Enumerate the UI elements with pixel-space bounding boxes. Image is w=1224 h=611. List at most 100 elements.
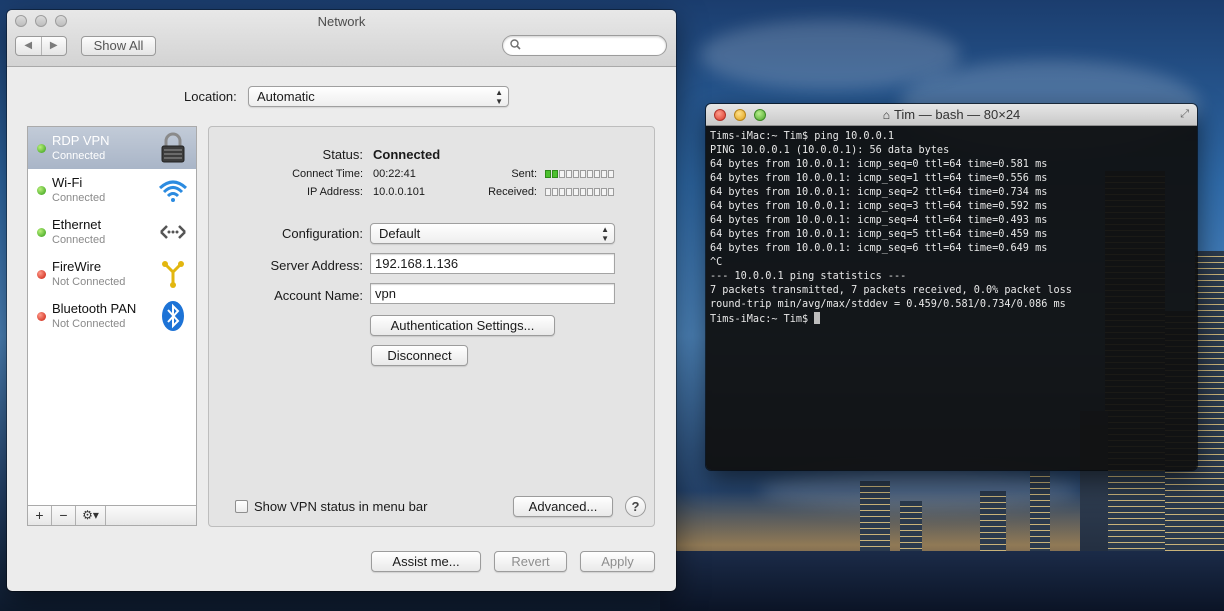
prompt-text: Tims-iMac:~ Tim$ [710,314,815,325]
meter-cell [566,188,572,196]
status-indicator-icon [37,228,46,237]
terminal-line: Tims-iMac:~ Tim$ ping 10.0.0.1 [710,131,895,142]
terminal-line: --- 10.0.0.1 ping statistics --- [710,271,907,282]
service-status: Not Connected [52,318,126,330]
terminal-line: 64 bytes from 10.0.0.1: icmp_seq=0 ttl=6… [710,159,1048,170]
service-name: FireWire [52,259,102,274]
service-status: Not Connected [52,276,126,288]
terminal-prompt: Tims-iMac:~ Tim$ [710,312,1193,326]
popup-arrows-icon: ▲ ▼ [601,225,609,243]
meter-cell [573,188,579,196]
server-address-field[interactable]: 192.168.1.136 [370,253,615,274]
meter-cell [594,170,600,178]
wifi-icon [158,174,188,206]
search-field[interactable] [502,35,667,56]
meter-cell [566,170,572,178]
status-indicator-icon [37,270,46,279]
service-item-wifi[interactable]: Wi-Fi Connected [28,169,196,211]
status-indicator-icon [37,312,46,321]
forward-arrow-icon[interactable]: ▶ [42,37,67,55]
lock-icon [158,132,188,164]
location-value: Automatic [257,89,315,104]
ip-address-value: 10.0.0.101 [373,186,425,198]
show-vpn-status-label: Show VPN status in menu bar [254,499,428,514]
configuration-value: Default [379,226,421,241]
terminal-line: PING 10.0.0.1 (10.0.0.1): 56 data bytes [710,145,950,156]
authentication-settings-button[interactable]: Authentication Settings... [370,315,555,336]
show-vpn-status-checkbox[interactable] [235,500,248,513]
service-name: RDP VPN [52,133,110,148]
configuration-popup[interactable]: Default ▲ ▼ [370,223,615,244]
search-icon [510,39,521,53]
terminal-title: ⌂ Tim — bash — 80×24 [706,107,1197,122]
meter-cell [580,170,586,178]
fullscreen-icon[interactable]: ⤢ [1180,108,1189,121]
terminal-output[interactable]: Tims-iMac:~ Tim$ ping 10.0.0.1 PING 10.0.… [706,126,1197,470]
help-button[interactable]: ? [625,496,646,517]
ethernet-icon [158,216,188,248]
service-name: Wi-Fi [52,175,83,190]
service-list[interactable]: RDP VPN Connected Wi-Fi Connected Ethern… [27,126,197,526]
terminal-line: 64 bytes from 10.0.0.1: icmp_seq=6 ttl=6… [710,243,1048,254]
meter-cell [608,170,614,178]
ip-address-label: IP Address: [306,186,363,198]
service-name: Ethernet [52,217,102,232]
remove-service-button[interactable]: − [52,506,76,525]
apply-button[interactable]: Apply [580,551,655,572]
service-item-bluetooth-pan[interactable]: Bluetooth PAN Not Connected [28,295,196,337]
popup-arrows-icon: ▲ ▼ [495,88,503,106]
meter-cell [608,188,614,196]
service-item-rdp-vpn[interactable]: RDP VPN Connected [28,127,196,169]
connect-time-label: Connect Time: [292,168,363,180]
received-activity-meter [545,188,614,196]
text-cursor [814,312,821,324]
sent-activity-meter [545,170,614,178]
meter-cell [587,188,593,196]
service-name: Bluetooth PAN [52,301,137,316]
account-name-label: Account Name: [274,288,363,303]
service-item-ethernet[interactable]: Ethernet Connected [28,211,196,253]
home-icon: ⌂ [882,108,890,122]
assist-me-button[interactable]: Assist me... [371,551,481,572]
service-list-toolbar: + − ⚙▾ [27,505,197,526]
meter-cell [545,188,551,196]
meter-cell [601,188,607,196]
meter-cell [573,170,579,178]
account-name-field[interactable]: vpn [370,283,615,304]
revert-button[interactable]: Revert [494,551,567,572]
back-arrow-icon[interactable]: ◀ [16,37,42,55]
meter-cell [559,170,565,178]
service-status: Connected [52,150,106,162]
add-service-button[interactable]: + [28,506,52,525]
back-forward-control: ◀ ▶ [15,36,67,56]
meter-cell [601,170,607,178]
terminal-line: round-trip min/avg/max/stddev = 0.459/0.… [710,299,1066,310]
location-label: Location: [184,89,237,104]
firewire-icon [158,258,188,290]
service-status: Connected [52,192,106,204]
meter-cell [587,170,593,178]
advanced-button[interactable]: Advanced... [513,496,613,517]
disconnect-button[interactable]: Disconnect [371,345,468,366]
meter-cell [552,170,558,178]
location-popup[interactable]: Automatic ▲ ▼ [248,86,509,107]
terminal-line: 64 bytes from 10.0.0.1: icmp_seq=2 ttl=6… [710,187,1048,198]
terminal-line: 64 bytes from 10.0.0.1: icmp_seq=3 ttl=6… [710,201,1048,212]
terminal-line: 64 bytes from 10.0.0.1: icmp_seq=5 ttl=6… [710,229,1048,240]
terminal-line: 7 packets transmitted, 7 packets receive… [710,285,1072,296]
status-indicator-icon [37,144,46,153]
terminal-title-text: Tim — bash — 80×24 [893,107,1021,122]
meter-cell [552,188,558,196]
terminal-line: ^C [710,257,723,268]
terminal-line: 64 bytes from 10.0.0.1: icmp_seq=1 ttl=6… [710,173,1048,184]
meter-cell [559,188,565,196]
status-value: Connected [373,147,441,162]
show-all-button[interactable]: Show All [81,36,156,56]
window-title: Network [317,14,366,29]
gear-icon[interactable]: ⚙▾ [76,506,106,525]
terminal-titlebar: ⌂ Tim — bash — 80×24 ⤢ [706,104,1197,126]
sent-label: Sent: [511,168,537,180]
meter-cell [580,188,586,196]
terminal-window: ⌂ Tim — bash — 80×24 ⤢ Tims-iMac:~ Tim$ p… [706,104,1197,470]
service-item-firewire[interactable]: FireWire Not Connected [28,253,196,295]
